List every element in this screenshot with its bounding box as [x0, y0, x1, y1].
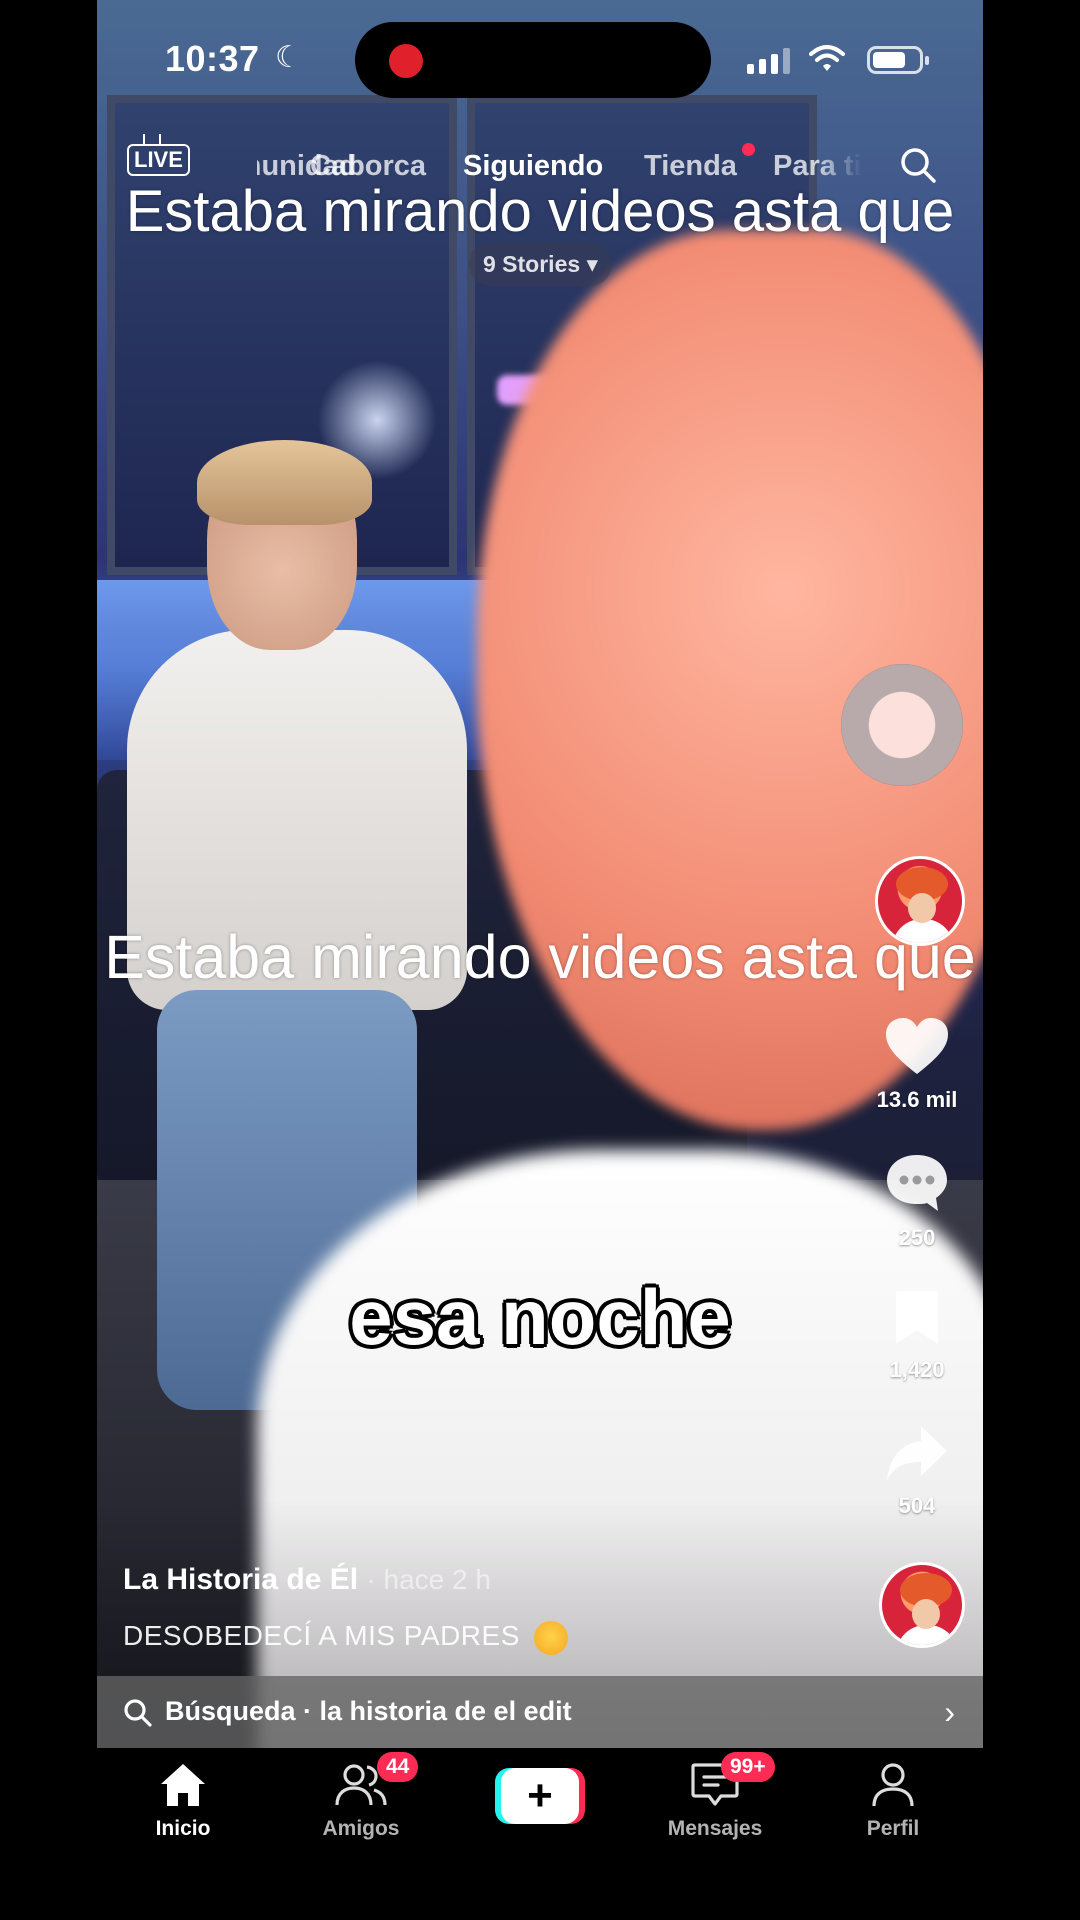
- bookmark-icon: [896, 1291, 938, 1344]
- description-text: DESOBEDECÍ A MIS PADRES: [123, 1620, 520, 1651]
- tab-mensajes-label: Mensajes: [667, 1817, 763, 1840]
- moon-icon: ☾: [275, 41, 302, 74]
- post-time-ago: · hace 2 h: [366, 1564, 491, 1595]
- comment-button[interactable]: 250: [867, 1152, 967, 1251]
- flushed-emoji-icon: [534, 1620, 569, 1655]
- messages-badge: 99+: [721, 1752, 775, 1782]
- wifi-icon: [809, 45, 845, 71]
- share-count: 504: [898, 1493, 936, 1518]
- caption-overlay-top: Estaba mirando videos asta que: [125, 179, 955, 244]
- caption-overlay-middle: Estaba mirando videos asta que: [104, 923, 976, 991]
- plus-icon: +: [501, 1768, 579, 1824]
- like-button[interactable]: 13.6 mil: [867, 1016, 967, 1113]
- friends-badge: 44: [377, 1752, 419, 1782]
- save-button[interactable]: 1,420: [867, 1290, 967, 1383]
- phone-screen: 10:37 ☾ LIVE Comunidad Caborca Siguiendo…: [97, 0, 983, 1920]
- like-count: 13.6 mil: [876, 1087, 958, 1112]
- status-bar: 10:37 ☾: [97, 0, 983, 120]
- dynamic-island: [355, 22, 711, 98]
- stories-label: 9 Stories: [483, 251, 581, 277]
- sound-avatar[interactable]: [879, 1562, 965, 1648]
- post-description[interactable]: DESOBEDECÍ A MIS PADRES: [123, 1620, 569, 1655]
- share-button[interactable]: 504: [867, 1424, 967, 1519]
- video-subtitle: esa noche: [349, 1273, 731, 1361]
- chevron-right-icon: ›: [944, 1694, 955, 1730]
- create-button[interactable]: +: [495, 1768, 585, 1824]
- save-count: 1,420: [889, 1357, 945, 1382]
- bottom-tab-bar: Inicio Amigos 44 + Mensajes 99+ Perfil: [97, 1748, 983, 1920]
- home-icon: [161, 1764, 205, 1806]
- creator-avatar[interactable]: [875, 856, 965, 946]
- post-author[interactable]: La Historia de Él · hace 2 h: [123, 1563, 491, 1597]
- recording-indicator-icon: [389, 44, 423, 78]
- tab-amigos-label: Amigos: [322, 1817, 400, 1840]
- author-name[interactable]: La Historia de Él: [123, 1563, 358, 1596]
- cellular-signal-icon: [747, 48, 790, 74]
- tab-inicio-label: Inicio: [155, 1817, 211, 1840]
- tab-perfil[interactable]: Perfil: [823, 1762, 963, 1841]
- battery-icon: [867, 46, 929, 74]
- status-time: 10:37: [165, 38, 260, 79]
- comment-icon: [887, 1155, 947, 1211]
- search-suggestion-bar[interactable]: Búsqueda · la historia de el edit ›: [97, 1676, 983, 1748]
- tienda-notification-dot: [742, 143, 755, 156]
- tab-inicio[interactable]: Inicio: [113, 1762, 253, 1841]
- heart-icon: [886, 1018, 948, 1074]
- figure-man-hair: [197, 440, 372, 525]
- screen-record-button[interactable]: [841, 664, 963, 786]
- share-arrow-icon: [887, 1426, 947, 1480]
- search-suggestion-text: Búsqueda · la historia de el edit: [165, 1696, 572, 1726]
- comment-count: 250: [898, 1225, 936, 1250]
- search-icon: [124, 1699, 152, 1727]
- profile-icon: [872, 1763, 914, 1807]
- tab-perfil-label: Perfil: [866, 1817, 920, 1840]
